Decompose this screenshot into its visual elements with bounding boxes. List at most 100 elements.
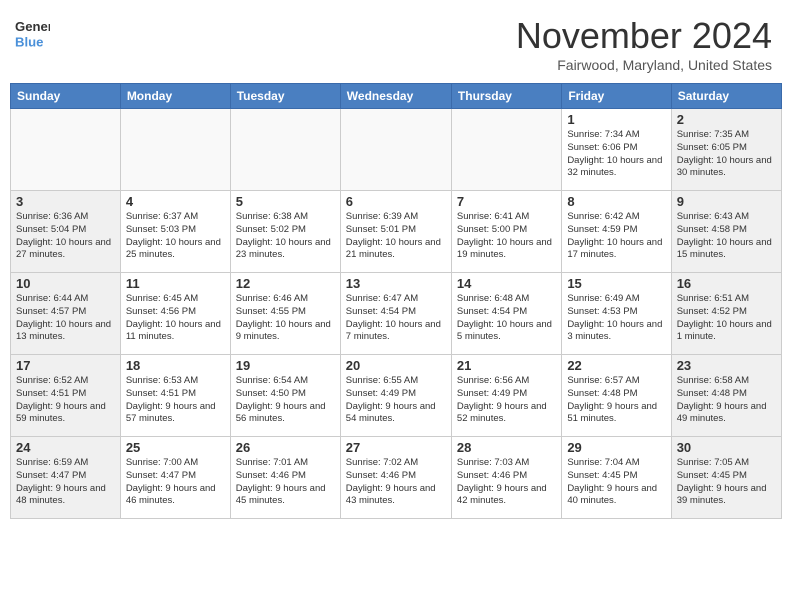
calendar-cell: 27 Sunrise: 7:02 AM Sunset: 4:46 PM Dayli… [340, 437, 451, 519]
day-number: 17 [16, 358, 115, 373]
calendar-cell [340, 109, 451, 191]
day-info: Sunrise: 6:55 AM Sunset: 4:49 PM Dayligh… [346, 375, 446, 426]
calendar-body: 1 Sunrise: 7:34 AM Sunset: 6:06 PM Daylig… [11, 109, 782, 519]
day-number: 8 [567, 194, 665, 209]
logo: General Blue [15, 15, 50, 50]
day-number: 6 [346, 194, 446, 209]
day-info: Sunrise: 6:56 AM Sunset: 4:49 PM Dayligh… [457, 375, 556, 426]
day-info: Sunrise: 6:57 AM Sunset: 4:48 PM Dayligh… [567, 375, 665, 426]
header-wednesday: Wednesday [340, 84, 451, 109]
logo-icon: General Blue [15, 15, 50, 50]
calendar-cell: 11Sunrise: 6:45 AM Sunset: 4:56 PM Dayli… [120, 273, 230, 355]
day-number: 19 [236, 358, 335, 373]
calendar-cell: 21Sunrise: 6:56 AM Sunset: 4:49 PM Dayli… [451, 355, 561, 437]
svg-text:Blue: Blue [15, 35, 43, 50]
header-thursday: Thursday [451, 84, 561, 109]
calendar-cell [11, 109, 121, 191]
calendar-cell: 3 Sunrise: 6:36 AM Sunset: 5:04 PM Daylig… [11, 191, 121, 273]
day-number: 11 [126, 276, 225, 291]
header-saturday: Saturday [671, 84, 781, 109]
day-number: 30 [677, 440, 776, 455]
calendar-cell: 24 Sunrise: 6:59 AM Sunset: 4:47 PM Dayli… [11, 437, 121, 519]
calendar-cell: 19 Sunrise: 6:54 AM Sunset: 4:50 PM Dayli… [230, 355, 340, 437]
day-info: Sunrise: 7:01 AM Sunset: 4:46 PM Dayligh… [236, 457, 335, 508]
day-number: 5 [236, 194, 335, 209]
calendar-week-4: 17 Sunrise: 6:52 AM Sunset: 4:51 PM Dayli… [11, 355, 782, 437]
day-info: Sunrise: 6:38 AM Sunset: 5:02 PM Dayligh… [236, 211, 335, 262]
calendar-cell: 26 Sunrise: 7:01 AM Sunset: 4:46 PM Dayli… [230, 437, 340, 519]
day-number: 10 [16, 276, 115, 291]
day-number: 4 [126, 194, 225, 209]
calendar-cell: 30 Sunrise: 7:05 AM Sunset: 4:45 PM Dayli… [671, 437, 781, 519]
calendar-cell: 14 Sunrise: 6:48 AM Sunset: 4:54 PM Dayli… [451, 273, 561, 355]
day-number: 22 [567, 358, 665, 373]
day-number: 14 [457, 276, 556, 291]
calendar-cell: 10 Sunrise: 6:44 AM Sunset: 4:57 PM Dayli… [11, 273, 121, 355]
day-number: 1 [567, 112, 665, 127]
day-info: Sunrise: 6:37 AM Sunset: 5:03 PM Dayligh… [126, 211, 225, 262]
calendar-cell [120, 109, 230, 191]
day-info: Sunrise: 6:54 AM Sunset: 4:50 PM Dayligh… [236, 375, 335, 426]
day-info: Sunrise: 6:46 AM Sunset: 4:55 PM Dayligh… [236, 293, 335, 344]
month-title: November 2024 [516, 15, 772, 57]
header-monday: Monday [120, 84, 230, 109]
day-number: 16 [677, 276, 776, 291]
calendar-cell: 12 Sunrise: 6:46 AM Sunset: 4:55 PM Dayli… [230, 273, 340, 355]
calendar-cell [451, 109, 561, 191]
day-number: 26 [236, 440, 335, 455]
day-info: Sunrise: 6:59 AM Sunset: 4:47 PM Dayligh… [16, 457, 115, 508]
calendar-week-2: 3 Sunrise: 6:36 AM Sunset: 5:04 PM Daylig… [11, 191, 782, 273]
day-number: 29 [567, 440, 665, 455]
calendar-week-3: 10 Sunrise: 6:44 AM Sunset: 4:57 PM Dayli… [11, 273, 782, 355]
calendar-cell: 9Sunrise: 6:43 AM Sunset: 4:58 PM Daylig… [671, 191, 781, 273]
day-number: 12 [236, 276, 335, 291]
day-info: Sunrise: 6:52 AM Sunset: 4:51 PM Dayligh… [16, 375, 115, 426]
day-number: 18 [126, 358, 225, 373]
calendar-cell: 28 Sunrise: 7:03 AM Sunset: 4:46 PM Dayli… [451, 437, 561, 519]
day-number: 28 [457, 440, 556, 455]
calendar-cell: 8 Sunrise: 6:42 AM Sunset: 4:59 PM Daylig… [562, 191, 671, 273]
day-info: Sunrise: 6:42 AM Sunset: 4:59 PM Dayligh… [567, 211, 665, 262]
day-info: Sunrise: 7:04 AM Sunset: 4:45 PM Dayligh… [567, 457, 665, 508]
calendar-week-5: 24 Sunrise: 6:59 AM Sunset: 4:47 PM Dayli… [11, 437, 782, 519]
day-number: 9 [677, 194, 776, 209]
day-info: Sunrise: 6:41 AM Sunset: 5:00 PM Dayligh… [457, 211, 556, 262]
day-info: Sunrise: 6:47 AM Sunset: 4:54 PM Dayligh… [346, 293, 446, 344]
calendar-cell: 22 Sunrise: 6:57 AM Sunset: 4:48 PM Dayli… [562, 355, 671, 437]
day-number: 2 [677, 112, 776, 127]
day-info: Sunrise: 7:03 AM Sunset: 4:46 PM Dayligh… [457, 457, 556, 508]
calendar-cell: 7Sunrise: 6:41 AM Sunset: 5:00 PM Daylig… [451, 191, 561, 273]
calendar-cell: 23Sunrise: 6:58 AM Sunset: 4:48 PM Dayli… [671, 355, 781, 437]
calendar-cell: 18 Sunrise: 6:53 AM Sunset: 4:51 PM Dayli… [120, 355, 230, 437]
day-info: Sunrise: 7:34 AM Sunset: 6:06 PM Dayligh… [567, 129, 665, 180]
calendar-cell: 15 Sunrise: 6:49 AM Sunset: 4:53 PM Dayli… [562, 273, 671, 355]
day-info: Sunrise: 7:00 AM Sunset: 4:47 PM Dayligh… [126, 457, 225, 508]
day-info: Sunrise: 6:39 AM Sunset: 5:01 PM Dayligh… [346, 211, 446, 262]
day-number: 24 [16, 440, 115, 455]
calendar-cell [230, 109, 340, 191]
calendar-cell: 2Sunrise: 7:35 AM Sunset: 6:05 PM Daylig… [671, 109, 781, 191]
day-number: 15 [567, 276, 665, 291]
day-info: Sunrise: 6:44 AM Sunset: 4:57 PM Dayligh… [16, 293, 115, 344]
day-number: 13 [346, 276, 446, 291]
calendar-cell: 5 Sunrise: 6:38 AM Sunset: 5:02 PM Daylig… [230, 191, 340, 273]
header-tuesday: Tuesday [230, 84, 340, 109]
day-info: Sunrise: 7:02 AM Sunset: 4:46 PM Dayligh… [346, 457, 446, 508]
day-number: 23 [677, 358, 776, 373]
svg-text:General: General [15, 19, 50, 34]
header-row: Sunday Monday Tuesday Wednesday Thursday… [11, 84, 782, 109]
day-info: Sunrise: 6:53 AM Sunset: 4:51 PM Dayligh… [126, 375, 225, 426]
calendar-cell: 16 Sunrise: 6:51 AM Sunset: 4:52 PM Dayli… [671, 273, 781, 355]
day-number: 20 [346, 358, 446, 373]
day-info: Sunrise: 6:51 AM Sunset: 4:52 PM Dayligh… [677, 293, 776, 344]
day-info: Sunrise: 6:36 AM Sunset: 5:04 PM Dayligh… [16, 211, 115, 262]
title-block: November 2024 Fairwood, Maryland, United… [516, 15, 772, 73]
calendar-table: Sunday Monday Tuesday Wednesday Thursday… [10, 83, 782, 519]
day-number: 3 [16, 194, 115, 209]
day-number: 25 [126, 440, 225, 455]
day-info: Sunrise: 6:49 AM Sunset: 4:53 PM Dayligh… [567, 293, 665, 344]
day-info: Sunrise: 6:48 AM Sunset: 4:54 PM Dayligh… [457, 293, 556, 344]
header-sunday: Sunday [11, 84, 121, 109]
day-number: 27 [346, 440, 446, 455]
day-info: Sunrise: 7:05 AM Sunset: 4:45 PM Dayligh… [677, 457, 776, 508]
